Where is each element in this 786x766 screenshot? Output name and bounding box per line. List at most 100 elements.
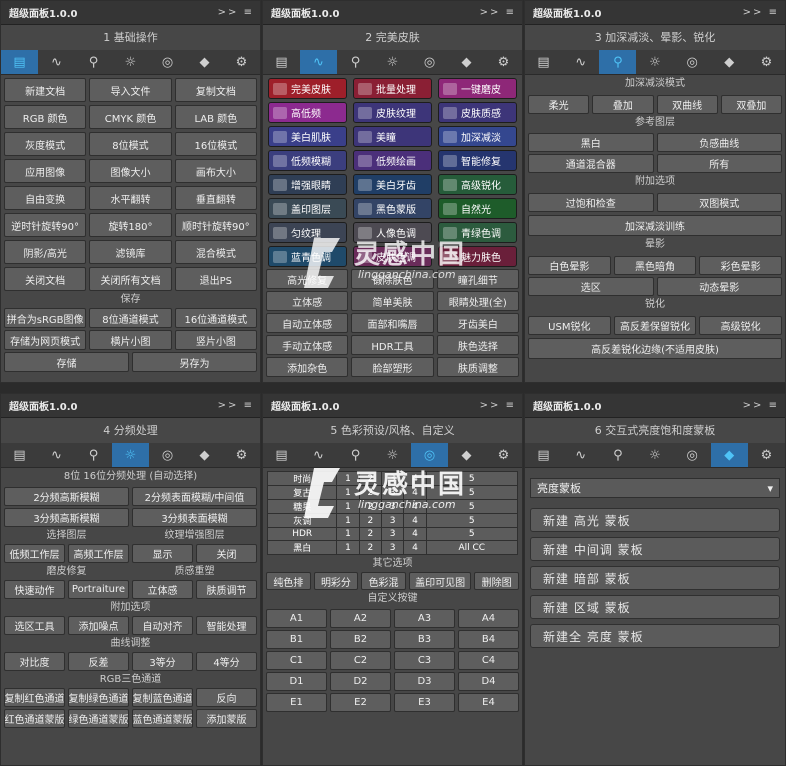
collapse-menu-icon[interactable]: >> ≡ bbox=[743, 400, 779, 411]
reference-layer-button[interactable]: 负感曲线 bbox=[656, 133, 782, 152]
preset-button[interactable]: 2 bbox=[358, 471, 382, 486]
preset-button[interactable]: 4 bbox=[403, 513, 427, 528]
preset-button[interactable]: 2 bbox=[358, 540, 382, 555]
custom-key-button[interactable]: C3 bbox=[394, 651, 455, 670]
custom-key-button[interactable]: B1 bbox=[266, 630, 327, 649]
tab-document-icon[interactable]: ▤ bbox=[263, 443, 300, 467]
tab-sun-icon[interactable]: ☼ bbox=[374, 50, 411, 74]
skin-colored-button[interactable]: 加深减淡 bbox=[438, 126, 517, 147]
custom-key-button[interactable]: E1 bbox=[266, 693, 327, 712]
preset-button[interactable]: 3 bbox=[380, 540, 405, 555]
tab-search-icon[interactable]: ⚲ bbox=[75, 443, 112, 467]
skin-op-button[interactable]: 手动立体感 bbox=[266, 335, 349, 355]
collapse-menu-icon[interactable]: >> ≡ bbox=[218, 7, 254, 18]
skin-colored-button[interactable]: 完美皮肤 bbox=[268, 78, 347, 99]
vignette-button[interactable]: 黑色暗角 bbox=[613, 256, 697, 275]
tab-gear-icon[interactable]: ⚙ bbox=[223, 443, 260, 467]
new-mask-button[interactable]: 新建 中间调 蒙板 bbox=[530, 537, 780, 561]
tab-pulse-icon[interactable]: ∿ bbox=[300, 443, 337, 467]
other-option-button[interactable]: 删除图 bbox=[474, 572, 519, 590]
basic-op-button[interactable]: 旋转180° bbox=[89, 213, 172, 237]
mask-type-select[interactable]: 亮度蒙板 ▾ bbox=[530, 478, 780, 498]
skin-op-button[interactable]: 肤色选择 bbox=[436, 335, 519, 355]
channel-mask-button[interactable]: 蓝色通道蒙版 bbox=[132, 709, 193, 728]
skin-colored-button[interactable]: 魅力肤色 bbox=[438, 246, 517, 267]
skin-colored-button[interactable]: 自然光 bbox=[438, 198, 517, 219]
custom-key-button[interactable]: A1 bbox=[266, 609, 327, 628]
custom-key-button[interactable]: D4 bbox=[458, 672, 519, 691]
curves-button[interactable]: 4等分 bbox=[196, 652, 257, 671]
dodge-burn-button[interactable]: 柔光 bbox=[528, 95, 590, 114]
skin-op-button[interactable]: 瞳孔细节 bbox=[436, 269, 519, 289]
tab-pulse-icon[interactable]: ∿ bbox=[300, 50, 337, 74]
tab-diamond-icon[interactable]: ◆ bbox=[448, 443, 485, 467]
custom-key-button[interactable]: B4 bbox=[458, 630, 519, 649]
retouch-button[interactable]: 快速动作 bbox=[4, 580, 65, 599]
store-op-button[interactable]: 存储 bbox=[4, 352, 129, 372]
vignette-button[interactable]: 彩色晕影 bbox=[699, 256, 782, 275]
other-option-button[interactable]: 明彩分 bbox=[313, 572, 359, 590]
retouch-button[interactable]: 立体感 bbox=[132, 580, 193, 599]
preset-button[interactable]: 1 bbox=[336, 485, 360, 500]
custom-key-button[interactable]: D2 bbox=[330, 672, 391, 691]
save-op-button[interactable]: 存储为网页模式 bbox=[4, 330, 87, 350]
save-op-button[interactable]: 竖片小图 bbox=[174, 330, 257, 350]
extra-option-button[interactable]: 双图模式 bbox=[656, 193, 782, 212]
tab-search-icon[interactable]: ⚲ bbox=[337, 50, 374, 74]
dodge-burn-button[interactable]: 叠加 bbox=[592, 95, 654, 114]
preset-button[interactable]: 2 bbox=[358, 499, 382, 514]
skin-op-button[interactable]: 面部和嘴唇 bbox=[351, 313, 434, 333]
basic-op-button[interactable]: 16位模式 bbox=[174, 132, 257, 156]
preset-button[interactable]: 2 bbox=[358, 513, 382, 528]
tab-search-icon[interactable]: ⚲ bbox=[599, 50, 637, 74]
preset-button[interactable]: 1 bbox=[336, 513, 360, 528]
basic-op-button[interactable]: 滤镜库 bbox=[89, 240, 172, 264]
freq-sep-button[interactable]: 3分频表面模糊 bbox=[132, 508, 257, 527]
basic-op-button[interactable]: 图像大小 bbox=[89, 159, 172, 183]
vignette-extra-button[interactable]: 动态晕影 bbox=[656, 277, 782, 296]
tab-diamond-icon[interactable]: ◆ bbox=[186, 443, 223, 467]
preset-button[interactable]: 5 bbox=[425, 513, 519, 528]
sharpen-button[interactable]: 高级锐化 bbox=[699, 316, 782, 335]
freq-sep-button[interactable]: 3分频高斯模糊 bbox=[4, 508, 129, 527]
store-op-button[interactable]: 另存为 bbox=[132, 352, 257, 372]
retouch-button[interactable]: Portraiture bbox=[68, 580, 129, 599]
basic-op-button[interactable]: 水平翻转 bbox=[89, 186, 172, 210]
new-mask-button[interactable]: 新建 高光 蒙板 bbox=[530, 508, 780, 532]
preset-button[interactable]: 4 bbox=[403, 485, 427, 500]
tab-color-circles-icon[interactable]: ◎ bbox=[149, 443, 186, 467]
save-op-button[interactable]: 16位通道模式 bbox=[174, 308, 257, 328]
custom-key-button[interactable]: C2 bbox=[330, 651, 391, 670]
custom-key-button[interactable]: E3 bbox=[394, 693, 455, 712]
tab-sun-icon[interactable]: ☼ bbox=[374, 443, 411, 467]
tab-diamond-icon[interactable]: ◆ bbox=[186, 50, 223, 74]
retouch-button[interactable]: 肤质调节 bbox=[196, 580, 257, 599]
tab-pulse-icon[interactable]: ∿ bbox=[562, 50, 599, 74]
extra-option-button[interactable]: 过饱和检查 bbox=[528, 193, 654, 212]
tab-diamond-icon[interactable]: ◆ bbox=[711, 50, 748, 74]
save-op-button[interactable]: 横片小图 bbox=[89, 330, 172, 350]
tab-document-icon[interactable]: ▤ bbox=[525, 50, 562, 74]
tab-diamond-icon[interactable]: ◆ bbox=[448, 50, 485, 74]
skin-op-button[interactable]: 牙齿美白 bbox=[436, 313, 519, 333]
channel-copy-button[interactable]: 复制红色通道 bbox=[4, 688, 65, 707]
save-op-button[interactable]: 拼合为sRGB图像 bbox=[4, 308, 87, 328]
skin-colored-button[interactable]: 高低频 bbox=[268, 102, 347, 123]
sharpen-button[interactable]: USM锐化 bbox=[528, 316, 611, 335]
custom-key-button[interactable]: D3 bbox=[394, 672, 455, 691]
reference-layer-button[interactable]: 所有 bbox=[656, 154, 782, 173]
tab-search-icon[interactable]: ⚲ bbox=[599, 443, 636, 467]
skin-op-button[interactable]: 高光修复 bbox=[266, 269, 349, 289]
extra-option-button[interactable]: 智能处理 bbox=[196, 616, 257, 635]
basic-op-button[interactable]: 自由变换 bbox=[4, 186, 87, 210]
basic-op-button[interactable]: 8位模式 bbox=[89, 132, 172, 156]
extra-option-button[interactable]: 添加噪点 bbox=[68, 616, 129, 635]
skin-colored-button[interactable]: 皮肤色调 bbox=[353, 246, 432, 267]
skin-colored-button[interactable]: 美白肌肤 bbox=[268, 126, 347, 147]
skin-colored-button[interactable]: 美白牙齿 bbox=[353, 174, 432, 195]
basic-op-button[interactable]: 垂直翻转 bbox=[174, 186, 257, 210]
preset-button[interactable]: 4 bbox=[403, 471, 427, 486]
skin-colored-button[interactable]: 低频模糊 bbox=[268, 150, 347, 171]
skin-colored-button[interactable]: 低频绘画 bbox=[353, 150, 432, 171]
preset-button[interactable]: 4 bbox=[403, 527, 427, 541]
